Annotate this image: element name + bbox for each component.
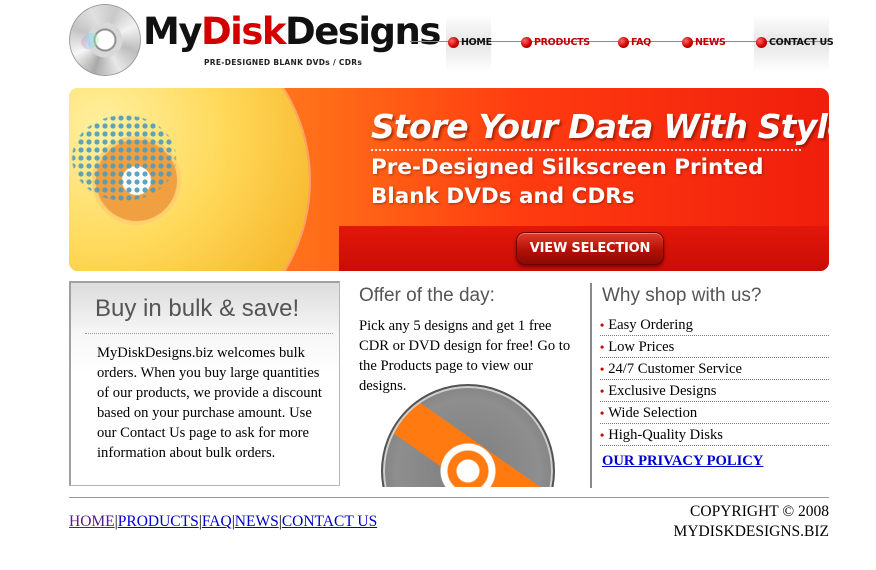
banner-subtitle: Pre-Designed Silkscreen Printed Blank DV… — [371, 153, 764, 211]
bulk-box: Buy in bulk & save! MyDiskDesigns.biz we… — [69, 281, 340, 486]
list-item: • 24/7 Customer Service — [600, 359, 829, 380]
copyright-line2: MYDISKDESIGNS.BIZ — [673, 523, 829, 540]
bullet-icon: • — [600, 428, 605, 442]
list-item: • Wide Selection — [600, 403, 829, 424]
bullet-icon: • — [600, 406, 605, 420]
footer-link-home[interactable]: HOME — [69, 513, 115, 530]
footer-link-contact-us[interactable]: CONTACT US — [282, 513, 377, 530]
nav-contact-us[interactable]: CONTACT US — [756, 34, 834, 50]
banner-title: Store Your Data With Style! — [371, 107, 829, 146]
copyright-notice: COPYRIGHT © 2008 MYDISKDESIGNS.BIZ — [674, 502, 829, 542]
bullet-icon: • — [600, 340, 605, 354]
nav-home[interactable]: HOME — [448, 34, 492, 50]
footer-link-faq[interactable]: FAQ — [202, 513, 232, 530]
footer-link-news[interactable]: NEWS — [235, 513, 279, 530]
list-item: • Low Prices — [600, 337, 829, 358]
bullet-icon: • — [600, 318, 605, 332]
world-map-dots-icon — [69, 98, 239, 248]
offer-section: Offer of the day: Pick any 5 designs and… — [357, 281, 579, 487]
privacy-policy-link[interactable]: OUR PRIVACY POLICY — [602, 453, 763, 470]
footer-rule — [69, 497, 829, 498]
logo-wordmark: MyDiskDesigns — [143, 10, 441, 53]
list-item: • Exclusive Designs — [600, 381, 829, 402]
nav-news[interactable]: NEWS — [682, 34, 726, 50]
red-bullet-icon — [448, 36, 459, 48]
view-selection-button[interactable]: VIEW SELECTION — [516, 232, 664, 265]
bulk-dotted-rule — [85, 333, 333, 334]
bullet-icon: • — [600, 384, 605, 398]
bulk-heading: Buy in bulk & save! — [95, 295, 300, 322]
red-bullet-icon — [682, 36, 693, 48]
red-bullet-icon — [521, 36, 532, 48]
copyright-line1: COPYRIGHT © 2008 — [690, 503, 829, 520]
site-logo[interactable]: MyDiskDesigns PRE-DESIGNED BLANK DVDs / … — [69, 4, 441, 76]
footer-link-products[interactable]: PRODUCTS — [118, 513, 199, 530]
banner-subtitle-line1: Pre-Designed Silkscreen Printed — [371, 155, 764, 180]
disc-logo-icon — [69, 4, 141, 76]
offer-heading: Offer of the day: — [359, 285, 495, 306]
list-item: • High-Quality Disks — [600, 425, 829, 446]
offer-disc-icon — [381, 384, 555, 487]
why-heading: Why shop with us? — [602, 285, 762, 306]
hero-banner: Store Your Data With Style! Pre-Designed… — [69, 88, 829, 271]
top-nav: HOME PRODUCTS FAQ NEWS CONTACT US — [410, 14, 834, 72]
red-bullet-icon — [756, 36, 767, 48]
red-bullet-icon — [618, 36, 629, 48]
reasons-list: • Easy Ordering • Low Prices • 24/7 Custome… — [600, 315, 829, 447]
logo-tagline: PRE-DESIGNED BLANK DVDs / CDRs — [204, 58, 363, 67]
footer-nav: HOME|PRODUCTS|FAQ|NEWS|CONTACT US — [69, 513, 377, 531]
bullet-icon: • — [600, 362, 605, 376]
list-item: • Easy Ordering — [600, 315, 829, 336]
nav-products[interactable]: PRODUCTS — [521, 34, 590, 50]
bulk-body-text: MyDiskDesigns.biz welcomes bulk orders. … — [97, 345, 322, 461]
nav-faq[interactable]: FAQ — [618, 34, 651, 50]
banner-subtitle-line2: Blank DVDs and CDRs — [371, 184, 635, 209]
banner-dotted-rule — [371, 149, 801, 151]
column-divider — [590, 283, 592, 488]
